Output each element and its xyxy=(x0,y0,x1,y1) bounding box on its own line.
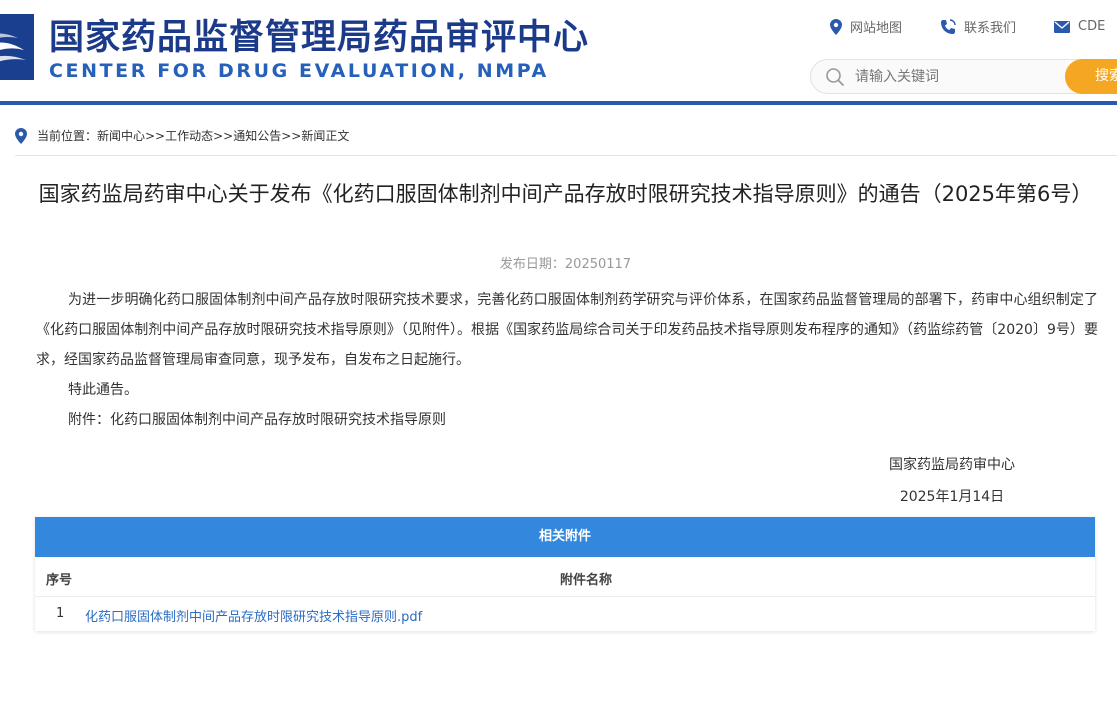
signature-org: 国家药监局药审中心 xyxy=(889,457,1015,473)
phone-icon xyxy=(941,18,956,34)
article-body: 为进一步明确化药口服固体制剂中间产品存放时限研究技术要求，完善化药口服固体制剂药… xyxy=(36,285,1098,435)
mail-icon xyxy=(1054,20,1071,33)
signature-date: 2025年1月14日 xyxy=(899,489,1005,505)
signature: 国家药监局药审中心 2025年1月14日 xyxy=(880,449,1024,513)
site-logo[interactable] xyxy=(0,14,34,80)
cde-mail-label: CDE xyxy=(1078,19,1106,34)
location-pin-icon xyxy=(15,127,27,144)
header-divider xyxy=(0,101,1117,105)
search-icon xyxy=(826,68,845,87)
article-paragraph: 附件：化药口服固体制剂中间产品存放时限研究技术指导原则 xyxy=(68,412,446,428)
top-links: 网站地图 联系我们 CDE xyxy=(830,17,1117,36)
row-index: 1 xyxy=(56,606,65,621)
search-button[interactable]: 搜索 xyxy=(1065,59,1117,94)
article-paragraph: 为进一步明确化药口服固体制剂中间产品存放时限研究技术要求，完善化药口服固体制剂药… xyxy=(36,292,1098,368)
site-title-en: CENTER FOR DRUG EVALUATION, NMPA xyxy=(49,60,549,82)
article-paragraph: 特此通告。 xyxy=(68,382,138,398)
sitemap-label: 网站地图 xyxy=(850,21,903,36)
breadcrumb-divider xyxy=(15,155,1117,156)
table-row: 1 化药口服固体制剂中间产品存放时限研究技术指导原则.pdf xyxy=(35,597,1095,631)
breadcrumb-text[interactable]: 当前位置：新闻中心>>工作动态>>通知公告>>新闻正文 xyxy=(37,127,349,144)
contact-link[interactable]: 联系我们 xyxy=(940,17,1016,36)
attachments-table: 相关附件 序号 附件名称 1 化药口服固体制剂中间产品存放时限研究技术指导原则.… xyxy=(35,517,1095,631)
contact-label: 联系我们 xyxy=(964,21,1017,36)
column-name: 附件名称 xyxy=(560,573,613,588)
location-pin-icon xyxy=(830,18,842,35)
publish-date: 发布日期：20250117 xyxy=(499,257,632,272)
cde-mail-link[interactable]: CDE xyxy=(1054,19,1105,34)
site-header: 国家药品监督管理局药品审评中心 CENTER FOR DRUG EVALUATI… xyxy=(0,0,1117,101)
attachments-heading: 相关附件 xyxy=(35,517,1095,557)
site-title-cn: 国家药品监督管理局药品审评中心 xyxy=(49,18,590,58)
sitemap-link[interactable]: 网站地图 xyxy=(830,17,902,36)
article-title: 国家药监局药审中心关于发布《化药口服固体制剂中间产品存放时限研究技术指导原则》的… xyxy=(38,182,1093,206)
attachment-link[interactable]: 化药口服固体制剂中间产品存放时限研究技术指导原则.pdf xyxy=(85,606,422,625)
column-index: 序号 xyxy=(46,573,73,588)
attachments-column-headers: 序号 附件名称 xyxy=(35,557,1095,597)
search-input[interactable] xyxy=(855,66,1065,88)
breadcrumb: 当前位置：新闻中心>>工作动态>>通知公告>>新闻正文 xyxy=(15,127,349,144)
